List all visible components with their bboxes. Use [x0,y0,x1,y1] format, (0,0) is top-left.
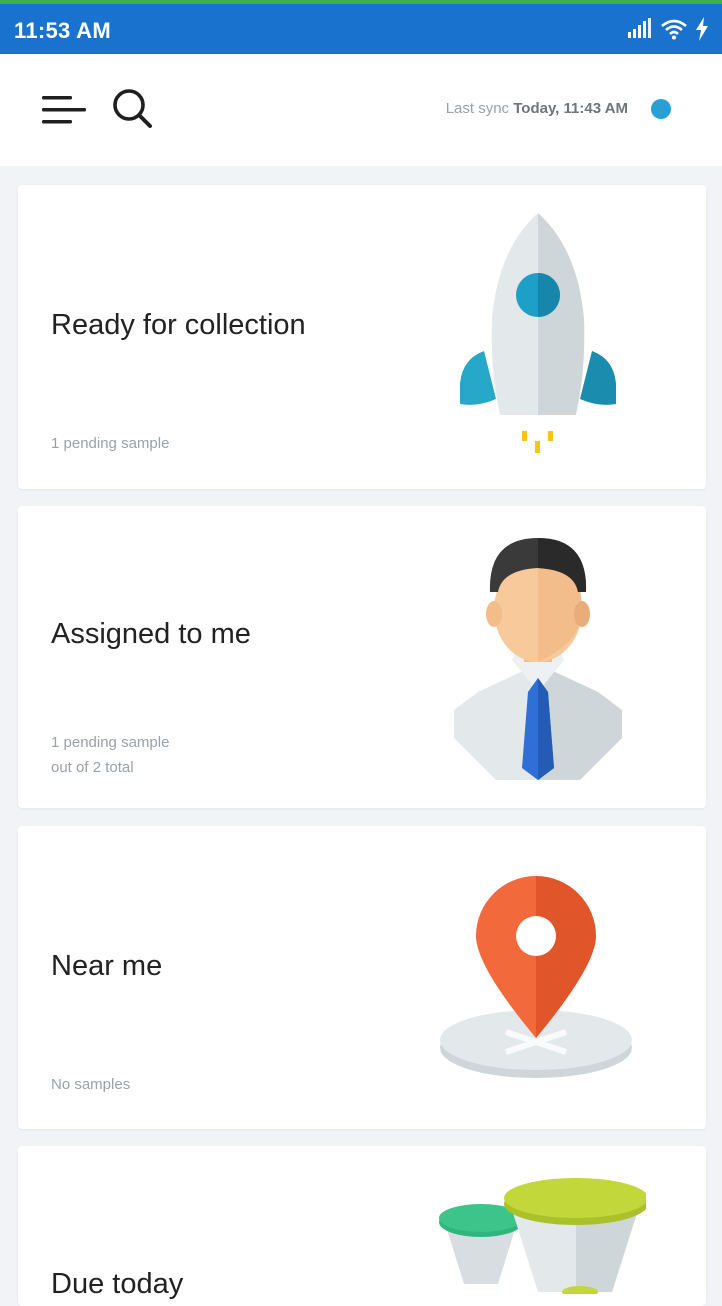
card-title: Ready for collection [51,309,306,341]
last-sync-label: Last sync [445,100,510,117]
search-icon [110,89,156,136]
wifi-icon [660,18,688,40]
card-title: Due today [51,1268,184,1300]
person-icon [438,532,638,787]
card-title: Assigned to me [51,618,251,650]
card-subtitle-line: out of 2 total [51,759,134,776]
card-due-today[interactable]: Due today [18,1146,706,1306]
card-subtitle-line: No samples [51,1076,131,1093]
search-button[interactable] [110,86,156,132]
menu-icon [42,96,86,132]
card-subtitle: 1 pending sample [51,431,169,456]
card-near-me[interactable]: Near me No samples [18,826,706,1129]
card-subtitle: No samples [51,1072,130,1097]
signal-icon [626,18,654,40]
map-pin-icon [436,866,636,1091]
card-subtitle-line: 1 pending sample [51,435,170,452]
hourglass-icon [426,1174,648,1299]
card-subtitle: 1 pending sample out of 2 total [51,730,169,780]
card-assigned-to-me[interactable]: Assigned to me 1 pending sample out of 2… [18,506,706,808]
rocket-icon [448,209,628,474]
status-bar: 11:53 AM [0,0,722,54]
charging-icon [694,17,710,41]
sync-status-dot [651,99,671,119]
card-ready-for-collection[interactable]: Ready for collection 1 pending sample [18,185,706,489]
card-subtitle-line: 1 pending sample [51,734,170,751]
app-bar: Last sync Today, 11:43 AM [0,54,722,166]
menu-button[interactable] [42,94,86,128]
last-sync-time: Today, 11:43 AM [513,100,628,117]
status-time: 11:53 AM [14,18,111,43]
status-icons [626,16,710,42]
last-sync-text: Last sync Today, 11:43 AM [446,100,628,117]
card-title: Near me [51,950,163,982]
